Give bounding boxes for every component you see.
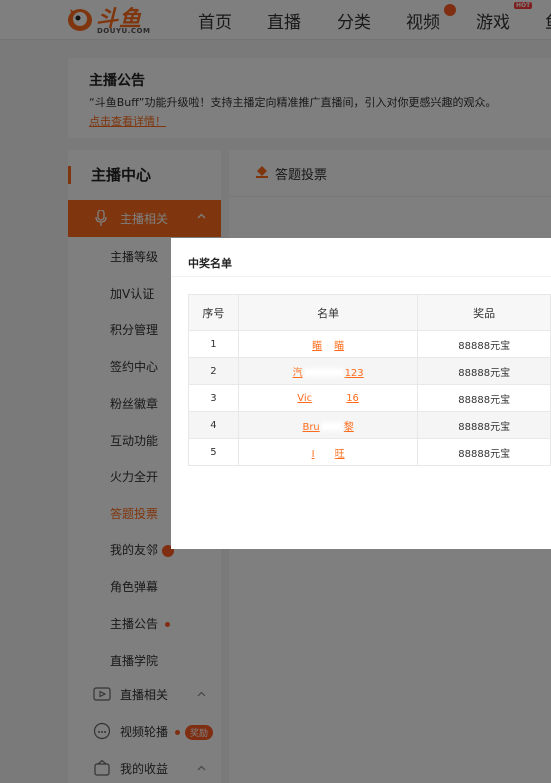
winner-name-link[interactable]: I旺: [312, 449, 345, 460]
row-index: 5: [188, 438, 239, 466]
name-part: Vic: [297, 392, 313, 404]
winner-name-link[interactable]: 瞄瞄: [312, 341, 344, 352]
table-row: 1 瞄瞄 88888元宝: [188, 330, 551, 358]
table-row: 5 I旺 88888元宝: [188, 438, 551, 466]
column-header-index: 序号: [188, 294, 239, 331]
table-header-row: 序号 名单 奖品: [188, 294, 551, 331]
winner-name-link[interactable]: Vic 16: [297, 393, 359, 404]
redaction-blur: [323, 341, 334, 350]
name-part: 汽: [292, 367, 303, 379]
name-part: 16: [346, 392, 359, 404]
row-prize: 88888元宝: [417, 330, 551, 358]
name-part: 瞄: [312, 340, 323, 352]
row-name: I旺: [237, 438, 419, 466]
table-row: 3 Vic 16 88888元宝: [188, 384, 551, 412]
redaction-blur: [315, 449, 334, 458]
column-header-name: 名单: [237, 294, 419, 331]
name-part: 瞄: [334, 340, 345, 352]
row-index: 2: [188, 357, 239, 385]
winners-table: 序号 名单 奖品 1 瞄瞄 88888元宝 2 汽 123 88888元宝 3 V…: [188, 294, 551, 466]
winners-modal: 中奖名单 序号 名单 奖品 1 瞄瞄 88888元宝 2 汽 123 88888元…: [171, 238, 551, 549]
redaction-blur: [303, 368, 344, 377]
redaction-blur: [313, 393, 346, 402]
row-index: 4: [188, 411, 239, 439]
redaction-blur: [320, 422, 343, 431]
winner-name-link[interactable]: 汽 123: [293, 368, 364, 379]
row-index: 1: [188, 330, 239, 358]
table-row: 4 Bru 黎 88888元宝: [188, 411, 551, 439]
row-name: Vic 16: [237, 384, 419, 412]
row-prize: 88888元宝: [417, 357, 551, 385]
row-prize: 88888元宝: [417, 438, 551, 466]
row-name: Bru 黎: [237, 411, 419, 439]
divider: [171, 276, 551, 277]
name-part: 123: [344, 367, 364, 379]
name-part: 旺: [334, 448, 345, 460]
row-name: 瞄瞄: [237, 330, 419, 358]
column-header-prize: 奖品: [417, 294, 551, 331]
winner-name-link[interactable]: Bru 黎: [302, 422, 353, 433]
row-prize: 88888元宝: [417, 384, 551, 412]
name-part: Bru: [302, 421, 320, 433]
table-row: 2 汽 123 88888元宝: [188, 357, 551, 385]
name-part: 黎: [343, 421, 354, 433]
row-name: 汽 123: [237, 357, 419, 385]
row-index: 3: [188, 384, 239, 412]
row-prize: 88888元宝: [417, 411, 551, 439]
name-part: I: [311, 448, 315, 460]
modal-title: 中奖名单: [188, 257, 232, 270]
